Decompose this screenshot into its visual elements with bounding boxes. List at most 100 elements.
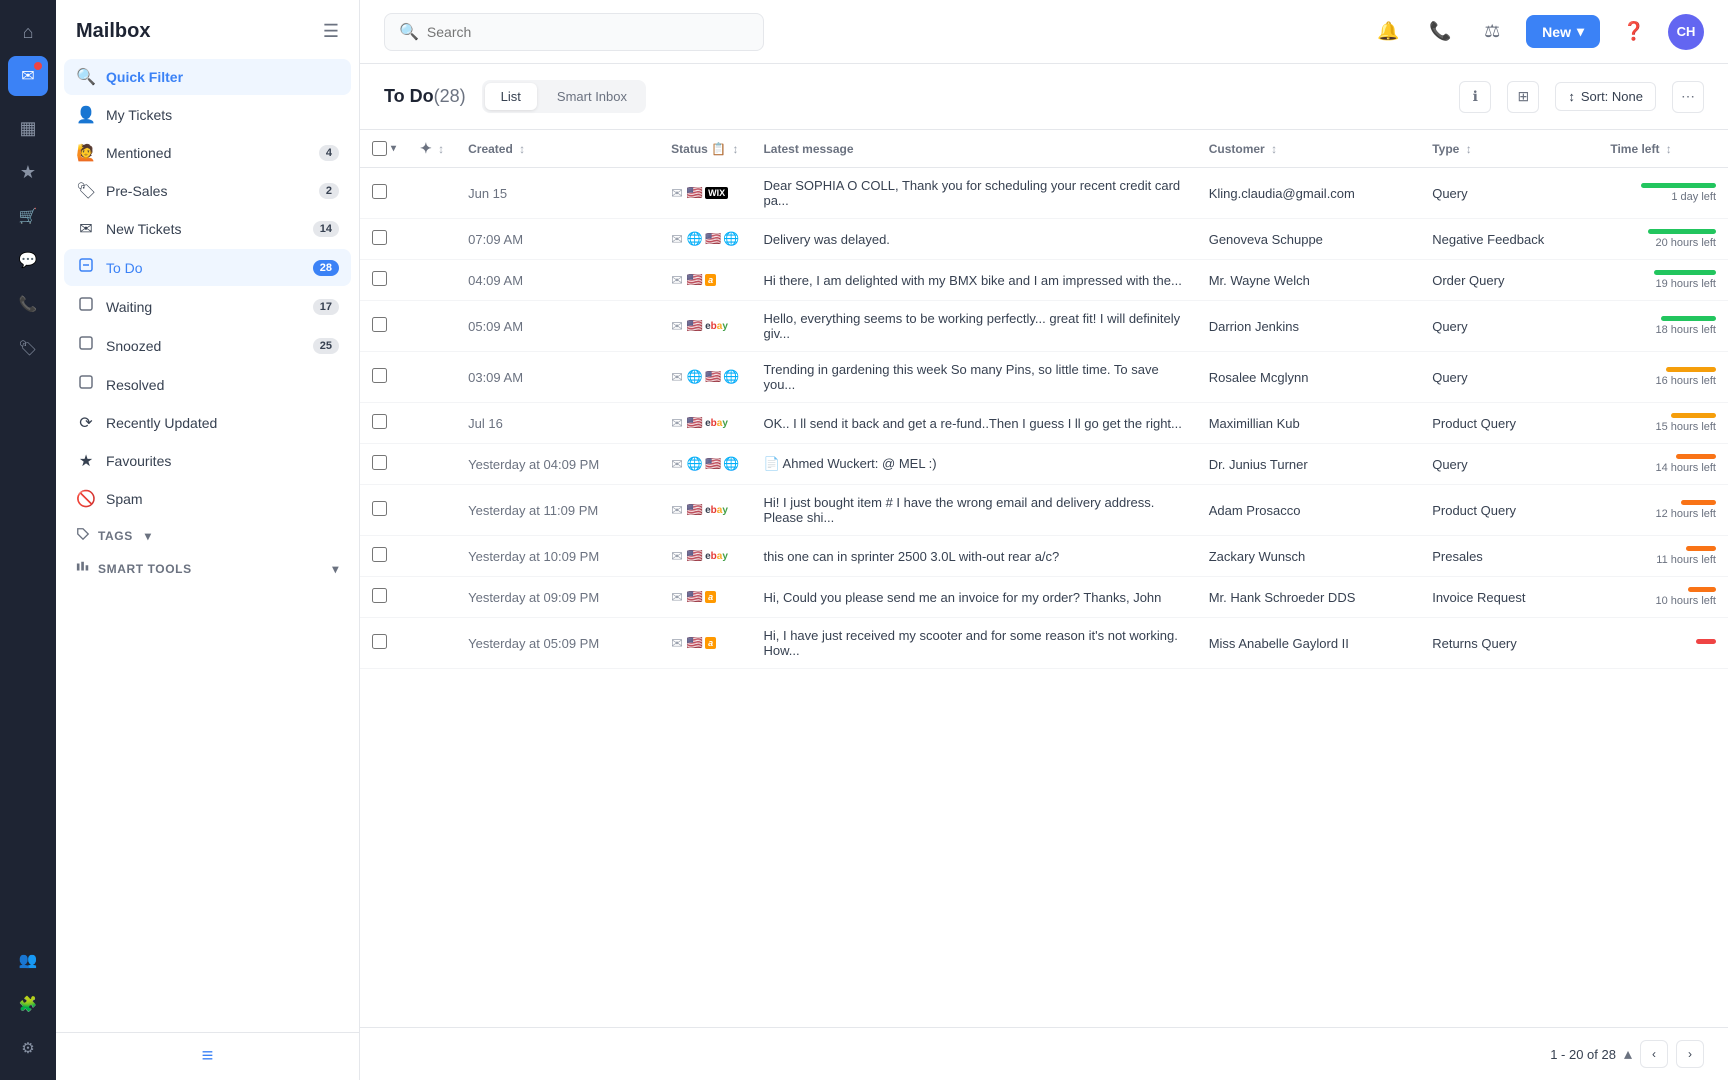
- table-row[interactable]: Yesterday at 10:09 PM ✉ 🇺🇸 ebay this one…: [360, 536, 1728, 577]
- time-bar: [1641, 183, 1716, 188]
- sort-button[interactable]: ↕ Sort: None: [1555, 82, 1656, 111]
- puzzle-nav-icon[interactable]: 🧩: [8, 984, 48, 1024]
- sidebar-item-favourites[interactable]: ★ Favourites: [64, 443, 351, 479]
- next-page-button[interactable]: ›: [1676, 1040, 1704, 1068]
- settings-nav-icon[interactable]: ⚙: [8, 1028, 48, 1068]
- time-label: 18 hours left: [1655, 324, 1716, 336]
- table-row[interactable]: Jun 15 ✉ 🇺🇸 WIX Dear SOPHIA O COLL, Than…: [360, 168, 1728, 219]
- row-checkbox[interactable]: [372, 501, 387, 516]
- type-col-header[interactable]: Type ↕: [1420, 130, 1598, 168]
- sidebar-item-waiting[interactable]: Waiting 17: [64, 288, 351, 325]
- created-col-header[interactable]: Created ↕: [456, 130, 659, 168]
- row-checkbox[interactable]: [372, 414, 387, 429]
- ai-cell: [408, 536, 456, 577]
- ai-cell: [408, 219, 456, 260]
- sidebar-item-new-tickets[interactable]: ✉ New Tickets 14: [64, 211, 351, 247]
- created-cell: Yesterday at 09:09 PM: [456, 577, 659, 618]
- sidebar-item-mentioned[interactable]: 🙋 Mentioned 4: [64, 135, 351, 171]
- type-cell: Product Query: [1420, 403, 1598, 444]
- more-options-icon[interactable]: ⋯: [1672, 81, 1704, 113]
- type-cell: Query: [1420, 352, 1598, 403]
- smart-inbox-button[interactable]: Smart Inbox: [541, 83, 643, 110]
- columns-icon[interactable]: ⊞: [1507, 81, 1539, 113]
- phone-icon[interactable]: 📞: [1422, 14, 1458, 50]
- status-cell: ✉ 🌐 🇺🇸 🌐: [659, 352, 751, 403]
- new-button[interactable]: New ▾: [1526, 15, 1600, 48]
- list-view-button[interactable]: List: [485, 83, 537, 110]
- sidebar-item-pre-sales[interactable]: 🏷 Pre-Sales 2: [64, 173, 351, 209]
- tags-chevron-icon[interactable]: ▾: [145, 529, 152, 543]
- users-nav-icon[interactable]: 👥: [8, 940, 48, 980]
- sidebar-item-spam[interactable]: 🚫 Spam: [64, 481, 351, 517]
- new-button-label: New: [1542, 24, 1571, 40]
- message-col-header[interactable]: Latest message: [751, 130, 1196, 168]
- customer-col-header[interactable]: Customer ↕: [1197, 130, 1421, 168]
- sidebar-item-recently-updated[interactable]: ⟳ Recently Updated: [64, 405, 351, 441]
- status-col-header[interactable]: Status 📋 ↕: [659, 130, 751, 168]
- select-all-checkbox[interactable]: [372, 141, 387, 156]
- row-checkbox[interactable]: [372, 230, 387, 245]
- sidebar-item-to-do[interactable]: To Do 28: [64, 249, 351, 286]
- prev-page-button[interactable]: ‹: [1640, 1040, 1668, 1068]
- sidebar-item-my-tickets[interactable]: 👤 My Tickets: [64, 97, 351, 133]
- sidebar-menu-icon[interactable]: ☰: [323, 21, 339, 42]
- chat-nav-icon[interactable]: 💬: [8, 240, 48, 280]
- tag-nav-icon[interactable]: 🏷: [8, 328, 48, 368]
- row-checkbox[interactable]: [372, 634, 387, 649]
- row-checkbox[interactable]: [372, 455, 387, 470]
- search-input[interactable]: [427, 24, 749, 40]
- sidebar-item-snoozed[interactable]: Snoozed 25: [64, 327, 351, 364]
- table-row[interactable]: 03:09 AM ✉ 🌐 🇺🇸 🌐 Trending in gardening …: [360, 352, 1728, 403]
- smart-tools-chevron-icon[interactable]: ▾: [332, 562, 339, 576]
- todo-badge: 28: [313, 260, 339, 276]
- message-status-icon: ✉: [671, 548, 683, 565]
- select-arrow[interactable]: ▾: [391, 143, 396, 154]
- time-left-cell: 18 hours left: [1598, 301, 1728, 352]
- table-row[interactable]: 07:09 AM ✉ 🌐 🇺🇸 🌐 Delivery was delayed. …: [360, 219, 1728, 260]
- sidebar-footer-icon[interactable]: ≡: [202, 1045, 214, 1068]
- mail-nav-icon[interactable]: ✉: [8, 56, 48, 96]
- home-nav-icon[interactable]: ⌂: [8, 12, 48, 52]
- star-nav-icon[interactable]: ★: [8, 152, 48, 192]
- row-checkbox[interactable]: [372, 184, 387, 199]
- message-cell: Trending in gardening this week So many …: [751, 352, 1196, 403]
- search-box[interactable]: 🔍: [384, 13, 764, 51]
- filter-icon[interactable]: ⚖: [1474, 14, 1510, 50]
- message-text: this one can in sprinter 2500 3.0L with-…: [763, 549, 1184, 564]
- row-checkbox[interactable]: [372, 317, 387, 332]
- table-row[interactable]: 04:09 AM ✉ 🇺🇸 a Hi there, I am delighted…: [360, 260, 1728, 301]
- cart-nav-icon[interactable]: 🛒: [8, 196, 48, 236]
- phone-nav-icon[interactable]: 📞: [8, 284, 48, 324]
- time-left-col-header[interactable]: Time left ↕: [1598, 130, 1728, 168]
- sidebar-item-label: Mentioned: [106, 145, 309, 161]
- time-bar: [1666, 367, 1716, 372]
- row-checkbox[interactable]: [372, 588, 387, 603]
- avatar[interactable]: CH: [1668, 14, 1704, 50]
- time-bar: [1654, 270, 1716, 275]
- sidebar-item-quick-filter[interactable]: 🔍 Quick Filter: [64, 59, 351, 95]
- chart-nav-icon[interactable]: ▦: [8, 108, 48, 148]
- table-row[interactable]: 05:09 AM ✉ 🇺🇸 ebay Hello, everything see…: [360, 301, 1728, 352]
- time-left-cell: 14 hours left: [1598, 444, 1728, 485]
- smart-tools-section[interactable]: SMART TOOLS ▾: [64, 552, 351, 585]
- sidebar-item-resolved[interactable]: Resolved: [64, 366, 351, 403]
- help-icon[interactable]: ❓: [1616, 14, 1652, 50]
- sidebar-item-label: Favourites: [106, 453, 339, 469]
- table-row[interactable]: Jul 16 ✉ 🇺🇸 ebay OK.. I ll send it back …: [360, 403, 1728, 444]
- table-row[interactable]: Yesterday at 05:09 PM ✉ 🇺🇸 a Hi, I have …: [360, 618, 1728, 669]
- row-checkbox[interactable]: [372, 271, 387, 286]
- waiting-badge: 17: [313, 299, 339, 315]
- info-icon[interactable]: ℹ: [1459, 81, 1491, 113]
- pagination-expand-icon[interactable]: ▴: [1624, 1044, 1632, 1064]
- type-cell: Negative Feedback: [1420, 219, 1598, 260]
- table-row[interactable]: Yesterday at 04:09 PM ✉ 🌐 🇺🇸 🌐 📄 Ahmed W…: [360, 444, 1728, 485]
- time-label: 1 day left: [1671, 191, 1716, 203]
- notifications-icon[interactable]: 🔔: [1370, 14, 1406, 50]
- row-checkbox[interactable]: [372, 547, 387, 562]
- status-cell: ✉ 🇺🇸 WIX: [659, 168, 751, 219]
- row-checkbox[interactable]: [372, 368, 387, 383]
- table-row[interactable]: Yesterday at 11:09 PM ✉ 🇺🇸 ebay Hi! I ju…: [360, 485, 1728, 536]
- table-row[interactable]: Yesterday at 09:09 PM ✉ 🇺🇸 a Hi, Could y…: [360, 577, 1728, 618]
- customer-cell: Mr. Hank Schroeder DDS: [1197, 577, 1421, 618]
- tags-section[interactable]: TAGS ▾: [64, 519, 351, 552]
